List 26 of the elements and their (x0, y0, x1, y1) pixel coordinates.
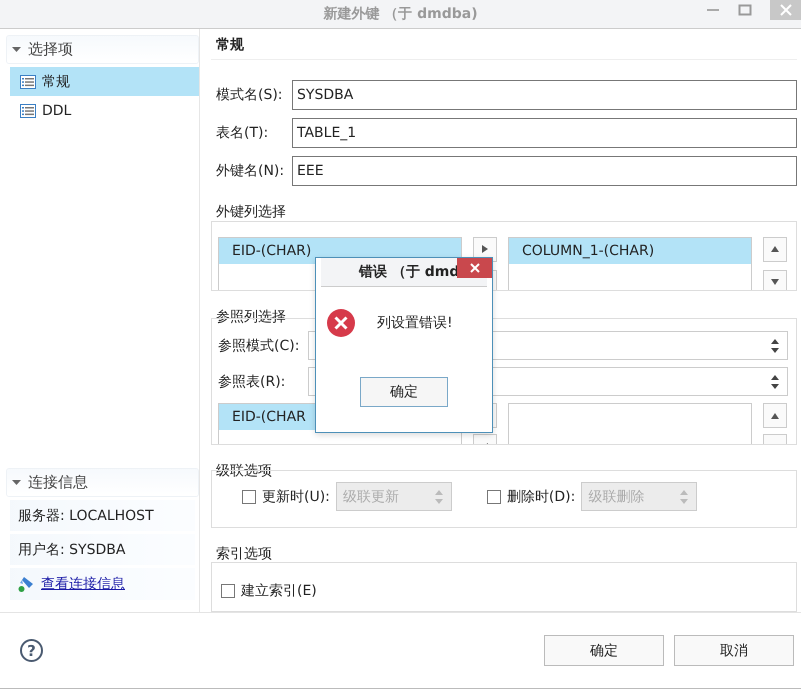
ok-button[interactable]: 确定 (360, 377, 448, 407)
connection-info: 服务器: LOCALHOST (10, 500, 195, 531)
field-label: 参照模式(C): (218, 336, 300, 355)
connection-info: 用户名: SYSDBA (10, 534, 195, 565)
field-label: 参照表(R): (218, 372, 286, 391)
text-field[interactable]: SYSDBA (292, 80, 797, 110)
sidebar-item[interactable]: 常规 (10, 67, 199, 96)
help-icon[interactable]: ? (20, 639, 43, 662)
field-label: 表名(T): (216, 124, 270, 142)
group-title: 索引选项 (216, 546, 272, 564)
text-field[interactable]: TABLE_1 (292, 118, 797, 148)
error-message: 列设置错误! (377, 314, 453, 332)
window-title: 新建外键 （于 dmdba) (323, 5, 478, 23)
checkbox-label[interactable]: 建立索引(E) (241, 582, 317, 600)
field-label: 模式名(S): (216, 86, 284, 104)
field-label: 外键名(N): (216, 162, 286, 180)
list-item[interactable]: COLUMN_1-(CHAR) (509, 238, 751, 264)
text-field[interactable]: EEE (292, 156, 797, 186)
group-title: 外键列选择 (216, 204, 286, 221)
section-header[interactable]: 连接信息 (6, 468, 199, 497)
section-title: 常规 (211, 29, 797, 60)
column-list[interactable]: COLUMN_1-(CHAR) (508, 236, 752, 290)
dialog-button[interactable]: 确定 (544, 635, 664, 666)
dialog-button[interactable]: 取消 (674, 635, 794, 666)
section-header[interactable]: 选择项 (6, 35, 199, 64)
sidebar-item[interactable]: DDL (10, 96, 199, 125)
